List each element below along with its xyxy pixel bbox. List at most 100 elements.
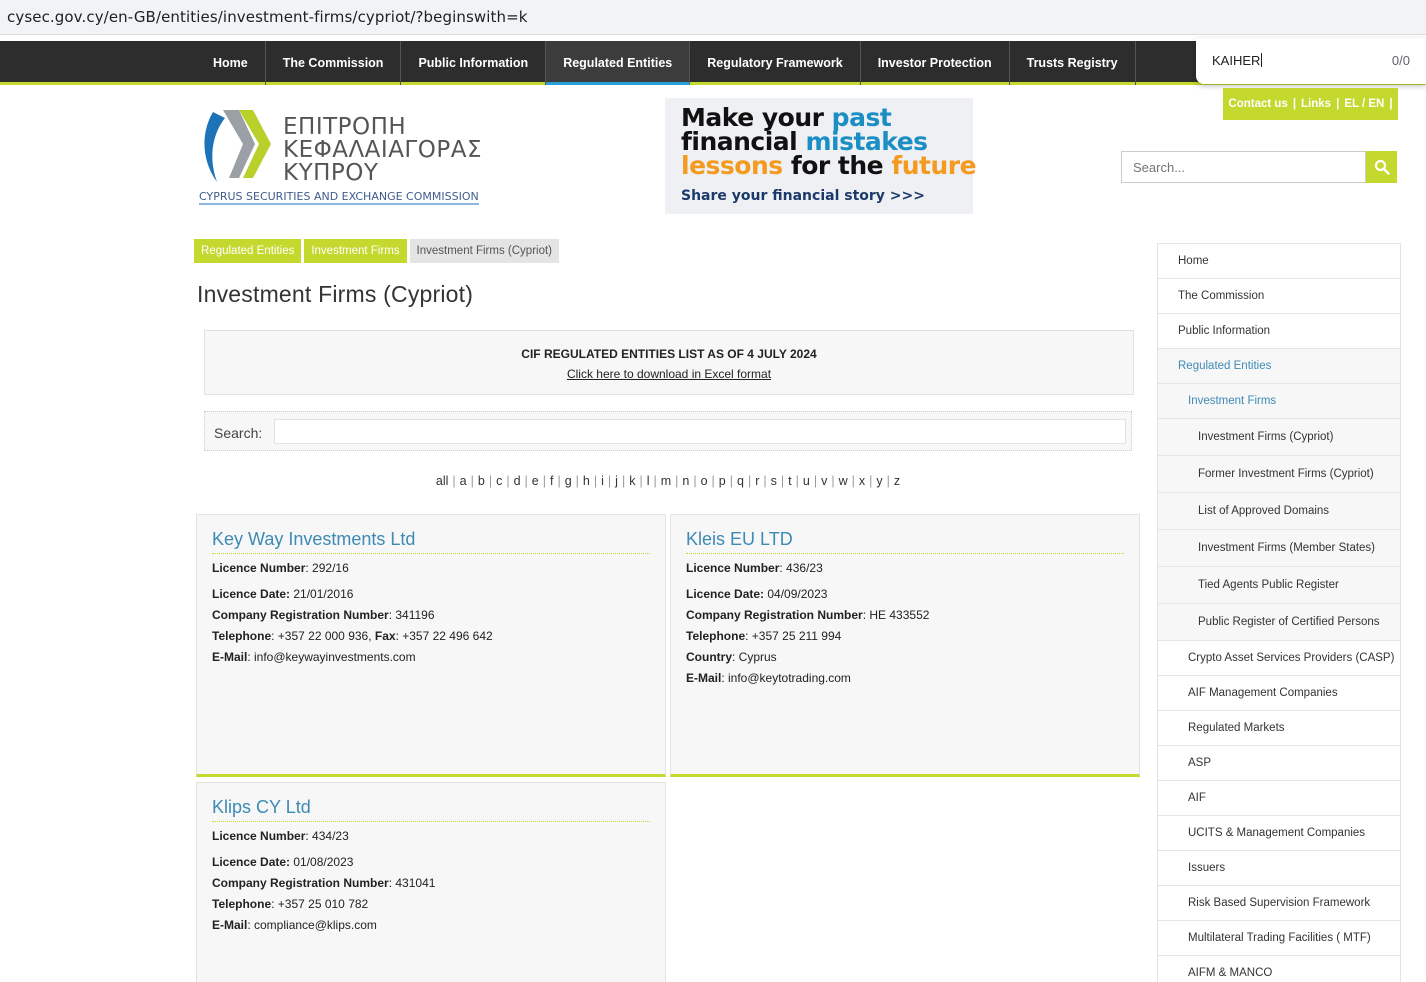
url-text[interactable]: cysec.gov.cy/en-GB/entities/investment-f… <box>7 8 528 26</box>
side-menu-item-home[interactable]: Home <box>1158 244 1400 279</box>
side-menu-item-aif[interactable]: AIF <box>1158 781 1400 816</box>
side-menu-item-aifm-manco[interactable]: AIFM & MANCO <box>1158 956 1400 982</box>
download-excel-link[interactable]: Click here to download in Excel format <box>205 367 1133 381</box>
cysec-logo[interactable]: ΕΠΙΤΡΟΠΗ ΚΕΦΑΛΑΙΑΓΟΡΑΣ ΚΥΠΡΟΥ CYPRUS SEC… <box>199 106 482 206</box>
side-menu-item-ucits-management-companies[interactable]: UCITS & Management Companies <box>1158 816 1400 851</box>
side-menu-item-regulated-entities[interactable]: Regulated Entities <box>1158 349 1400 384</box>
firm-card: Klips CY Ltd Licence Number: 434/23 Licenc… <box>196 782 666 982</box>
side-menu-item-public-register-of-certified-persons[interactable]: Public Register of Certified Persons <box>1158 604 1400 641</box>
alphabet-link-b[interactable]: b <box>478 474 485 488</box>
alphabet-link-p[interactable]: p <box>719 474 726 488</box>
contact-bar: Contact us | Links | EL / EN | <box>1223 88 1398 120</box>
find-query-input[interactable]: KAIHER <box>1212 53 1262 68</box>
firm-detail-row: Telephone: +357 22 000 936, Fax: +357 22… <box>212 629 493 643</box>
firm-name-link[interactable]: Klips CY Ltd <box>212 797 650 822</box>
cif-list-title: CIF REGULATED ENTITIES LIST AS OF 4 JULY… <box>521 347 817 361</box>
field-value: : +357 22 496 642 <box>395 629 493 643</box>
field-label: Country <box>686 650 732 664</box>
alphabet-link-y[interactable]: y <box>876 474 882 488</box>
field-value: : 292/16 <box>305 561 349 575</box>
alphabet-separator: | <box>593 474 598 488</box>
field-label: Telephone <box>212 897 272 911</box>
side-menu-item-investment-firms-cypriot[interactable]: Investment Firms (Cypriot) <box>1158 419 1400 456</box>
alphabet-link-h[interactable]: h <box>583 474 590 488</box>
table-search-label: Search: <box>214 425 263 441</box>
field-label: Licence Number <box>212 829 306 843</box>
nav-item-the-commission[interactable]: The Commission <box>266 41 402 85</box>
language-switch[interactable]: EL / EN <box>1344 98 1384 110</box>
firm-detail-row: Telephone: +357 25 010 782 <box>212 897 368 911</box>
field-value: : 434/23 <box>305 829 349 843</box>
alphabet-link-q[interactable]: q <box>737 474 744 488</box>
alphabet-link-z[interactable]: z <box>894 474 900 488</box>
links-link[interactable]: Links <box>1301 98 1331 110</box>
alphabet-filter: all | a | b | c | d | e | f | g | h | i | j | k | l | m | n | o | p | q | r |… <box>0 474 1336 488</box>
firm-name-link[interactable]: Key Way Investments Ltd <box>212 529 650 554</box>
alphabet-link-a[interactable]: a <box>460 474 467 488</box>
firm-card: Kleis EU LTD Licence Number: 436/23 Licenc… <box>670 514 1140 777</box>
field-value: : HE 433552 <box>862 608 930 622</box>
side-menu-item-investment-firms-member-states[interactable]: Investment Firms (Member States) <box>1158 530 1400 567</box>
side-menu-item-crypto-asset-services-providers-casp[interactable]: Crypto Asset Services Providers (CASP) <box>1158 641 1400 676</box>
separator: | <box>1292 98 1297 110</box>
alphabet-link-m[interactable]: m <box>661 474 671 488</box>
breadcrumb-regulated-entities[interactable]: Regulated Entities <box>194 239 302 263</box>
side-menu-item-regulated-markets[interactable]: Regulated Markets <box>1158 711 1400 746</box>
side-menu-item-public-information[interactable]: Public Information <box>1158 314 1400 349</box>
table-search-input[interactable] <box>274 419 1126 444</box>
cif-list-box: CIF REGULATED ENTITIES LIST AS OF 4 JULY… <box>204 330 1134 395</box>
side-menu-item-risk-based-supervision-framework[interactable]: Risk Based Supervision Framework <box>1158 886 1400 921</box>
site-search-input[interactable] <box>1121 151 1366 183</box>
alphabet-separator: | <box>621 474 626 488</box>
contact-us-link[interactable]: Contact us <box>1228 98 1287 110</box>
side-menu-item-aif-management-companies[interactable]: AIF Management Companies <box>1158 676 1400 711</box>
site-search-button[interactable] <box>1366 151 1397 183</box>
firm-detail-row: Licence Number: 292/16 <box>212 561 349 575</box>
nav-item-regulatory-framework[interactable]: Regulatory Framework <box>690 41 861 85</box>
side-menu-item-asp[interactable]: ASP <box>1158 746 1400 781</box>
alphabet-separator: | <box>729 474 733 488</box>
nav-item-public-information[interactable]: Public Information <box>401 41 547 85</box>
alphabet-link-all[interactable]: all <box>436 474 449 488</box>
alphabet-link-o[interactable]: o <box>701 474 708 488</box>
side-menu-item-investment-firms[interactable]: Investment Firms <box>1158 384 1400 419</box>
firm-detail-row: E-Mail: info@keytotrading.com <box>686 671 851 685</box>
field-value: : +357 25 211 994 <box>745 629 842 643</box>
firm-name-link[interactable]: Kleis EU LTD <box>686 529 1124 554</box>
nav-item-trusts-registry[interactable]: Trusts Registry <box>1010 41 1136 85</box>
field-label: Licence Number <box>686 561 780 575</box>
promo-banner[interactable]: Make your past financial mistakes lesson… <box>665 98 977 214</box>
field-label: Licence Date: <box>212 855 291 869</box>
alphabet-link-s[interactable]: s <box>771 474 777 488</box>
alphabet-link-w[interactable]: w <box>839 474 848 488</box>
alphabet-link-e[interactable]: e <box>532 474 539 488</box>
alphabet-separator: | <box>607 474 612 488</box>
side-menu-item-issuers[interactable]: Issuers <box>1158 851 1400 886</box>
alphabet-link-d[interactable]: d <box>514 474 521 488</box>
side-menu-item-former-investment-firms-cypriot[interactable]: Former Investment Firms (Cypriot) <box>1158 456 1400 493</box>
field-label: E-Mail <box>212 650 248 664</box>
side-menu-item-tied-agents-public-register[interactable]: Tied Agents Public Register <box>1158 567 1400 604</box>
field-value: : compliance@klips.com <box>247 918 377 932</box>
banner-cta[interactable]: Share your financial story >>> <box>681 188 925 204</box>
logo-greek-line-3: ΚΥΠΡΟΥ <box>283 160 379 186</box>
field-value: : +357 22 000 936, <box>271 629 375 643</box>
nav-item-regulated-entities[interactable]: Regulated Entities <box>546 41 691 85</box>
firm-detail-row: Licence Number: 436/23 <box>686 561 823 575</box>
side-menu-item-the-commission[interactable]: The Commission <box>1158 279 1400 314</box>
firm-detail-row: Telephone: +357 25 211 994 <box>686 629 841 643</box>
alphabet-link-u[interactable]: u <box>803 474 810 488</box>
browser-url-bar[interactable]: cysec.gov.cy/en-GB/entities/investment-f… <box>0 0 1426 35</box>
alphabet-separator: | <box>675 474 679 488</box>
alphabet-separator: | <box>747 474 752 488</box>
side-menu-item-multilateral-trading-facilities-mtf[interactable]: Multilateral Trading Facilities ( MTF) <box>1158 921 1400 956</box>
nav-item-home[interactable]: Home <box>196 41 266 85</box>
nav-item-investor-protection[interactable]: Investor Protection <box>861 41 1010 85</box>
find-in-page-bar[interactable]: KAIHER 0/0 <box>1196 38 1426 84</box>
alphabet-separator: | <box>557 474 561 488</box>
breadcrumb-investment-firms[interactable]: Investment Firms <box>304 239 407 263</box>
alphabet-separator: | <box>542 474 546 488</box>
firm-detail-row: Licence Date: 21/01/2016 <box>212 587 353 601</box>
alphabet-link-g[interactable]: g <box>565 474 572 488</box>
side-menu-item-list-of-approved-domains[interactable]: List of Approved Domains <box>1158 493 1400 530</box>
